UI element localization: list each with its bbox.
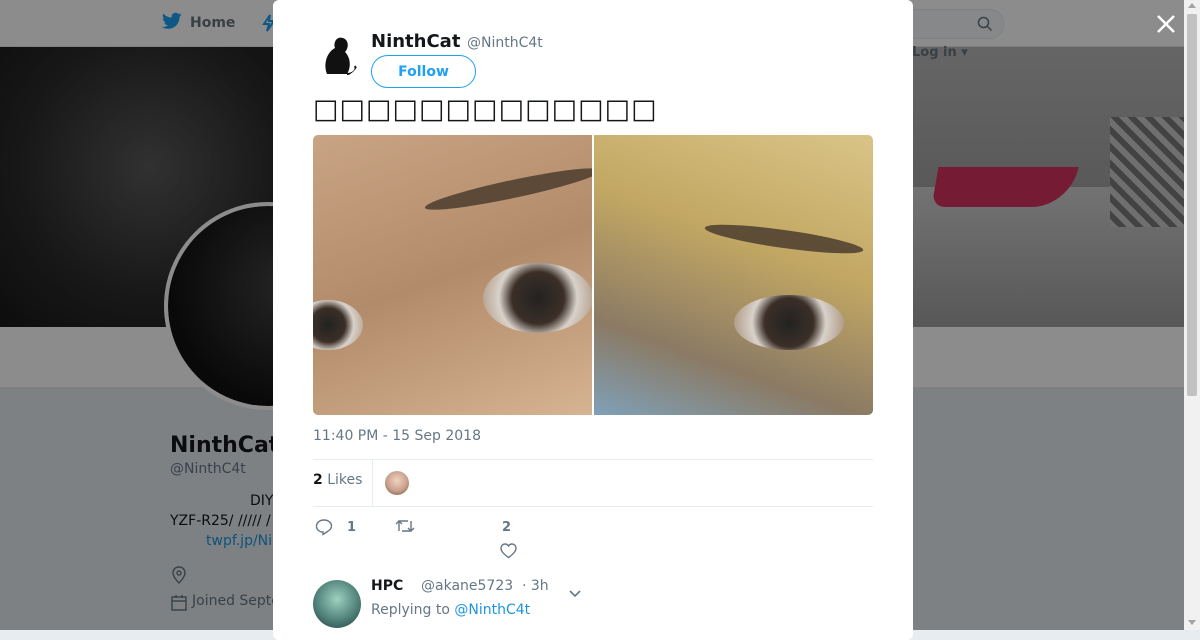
reply-author-avatar[interactable]: [313, 580, 361, 628]
tweet-author-handle[interactable]: @NinthC4t: [467, 35, 543, 51]
replying-to: Replying to @NinthC4t: [371, 602, 530, 618]
retweet-action[interactable]: [395, 518, 421, 534]
like-action[interactable]: [500, 543, 517, 559]
photo1-eyebrow: [423, 161, 592, 217]
photo2-eye: [734, 295, 844, 350]
likes-count: 2: [313, 472, 323, 488]
likes-separator: [372, 460, 373, 506]
heart-icon: [500, 543, 517, 559]
tweet-media-gallery[interactable]: [313, 135, 873, 415]
photo1-eye-left: [313, 300, 363, 350]
divider-top: [313, 459, 873, 460]
reply-action[interactable]: 1: [315, 518, 356, 536]
divider-bottom: [313, 506, 873, 507]
likes-label: Likes: [327, 472, 363, 488]
tweet-permalink-modal: NinthCat @NinthC4t Follow □□□□□□□□□□□□□ …: [273, 0, 913, 640]
scrollbar-thumb[interactable]: [1187, 14, 1197, 396]
scroll-up-arrow-icon[interactable]: [1188, 3, 1196, 8]
tweet-author-avatar[interactable]: [313, 30, 361, 78]
close-modal-button[interactable]: [1154, 12, 1178, 36]
follow-button[interactable]: Follow: [371, 55, 476, 88]
liker-avatar[interactable]: [385, 471, 409, 495]
reply-author-handle[interactable]: @akane5723: [421, 578, 513, 594]
retweet-icon: [395, 520, 415, 532]
reply-icon: [315, 519, 333, 536]
reply-author-name[interactable]: HPC: [371, 578, 403, 594]
page-scrollbar[interactable]: [1184, 0, 1200, 630]
tweet-timestamp[interactable]: 11:40 PM - 15 Sep 2018: [313, 428, 481, 444]
tweet-author-name[interactable]: NinthCat: [371, 31, 460, 52]
photo2-eyebrow: [703, 218, 865, 260]
reply-count: 1: [347, 519, 357, 535]
tweet-text: □□□□□□□□□□□□□: [313, 94, 658, 125]
chevron-down-icon[interactable]: [569, 583, 581, 602]
tweet-photo-2[interactable]: [594, 135, 873, 415]
close-icon: [1157, 15, 1175, 33]
replying-prefix: Replying to: [371, 602, 450, 618]
like-count: 2: [502, 520, 512, 535]
scroll-down-arrow-icon[interactable]: [1188, 620, 1196, 625]
photo1-eye-right: [483, 263, 592, 333]
like-count-label: 2: [502, 520, 511, 535]
likes-stat[interactable]: 2 Likes: [313, 472, 362, 488]
tweet-photo-1[interactable]: [313, 135, 592, 415]
replying-mention-link[interactable]: @NinthC4t: [454, 602, 530, 618]
reply-timestamp[interactable]: · 3h: [522, 578, 549, 594]
